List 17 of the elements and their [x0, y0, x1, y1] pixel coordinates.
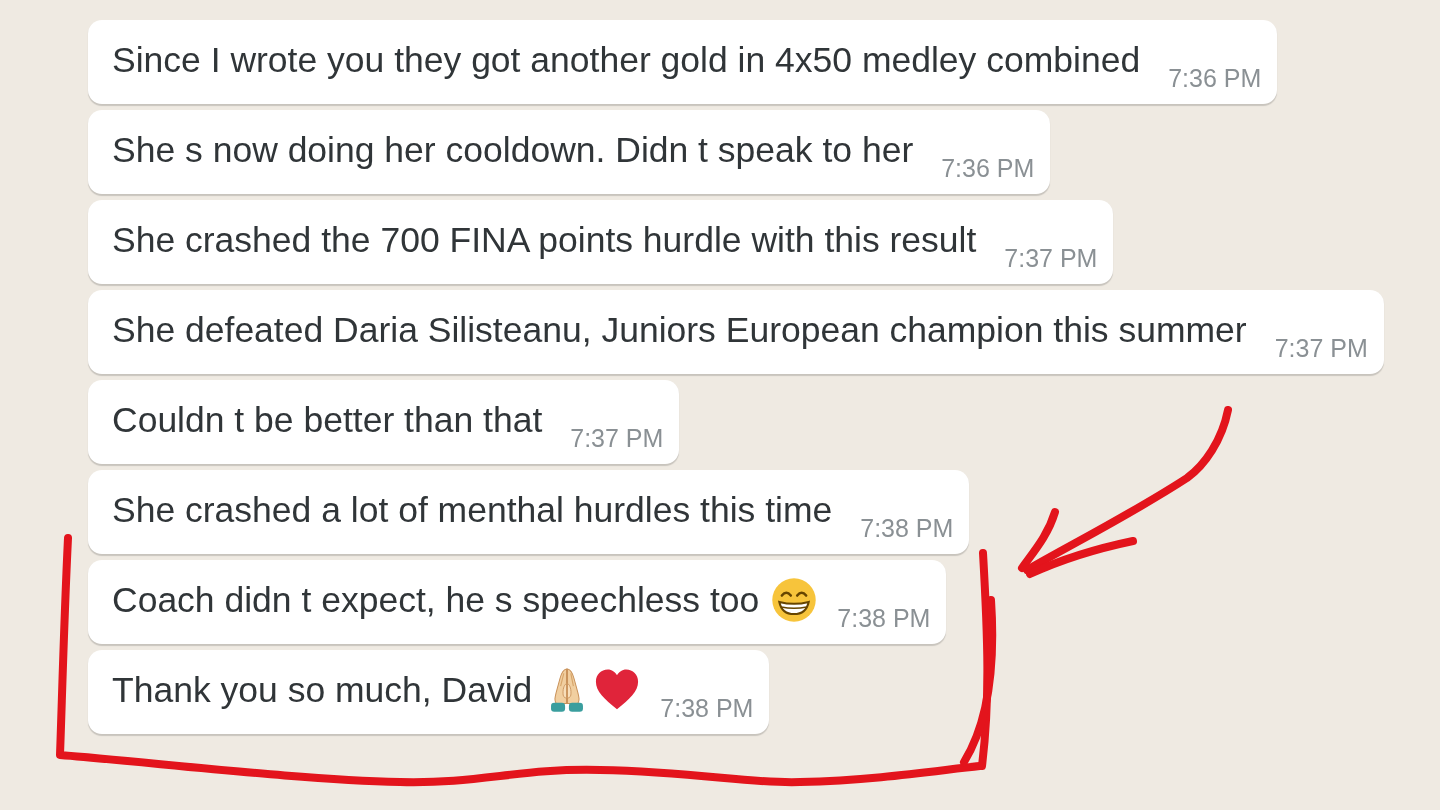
message-text: Since I wrote you they got another gold in 4x50 medley combined: [112, 40, 1141, 80]
message-time: 7:38 PM: [837, 604, 931, 632]
message-time: 7:37 PM: [1004, 244, 1098, 272]
message-text: She crashed the 700 FINA points hurdle with this result: [112, 220, 977, 260]
message-time: 7:37 PM: [570, 424, 664, 452]
message-time: 7:38 PM: [860, 514, 954, 542]
message-text: She defeated Daria Silisteanu, Juniors European champion this summer: [112, 310, 1247, 350]
message-time: 7:36 PM: [1168, 64, 1262, 92]
message-text: She s now doing her cooldown. Didn t speak to her: [112, 130, 914, 170]
message-text: Coach didn t expect, he s speechless too: [112, 580, 760, 620]
message-time: 7:36 PM: [941, 154, 1035, 182]
grinning-face-icon: [771, 577, 818, 623]
message-time: 7:38 PM: [660, 694, 754, 722]
message-text: Couldn t be better than that: [112, 400, 543, 440]
message-text: Thank you so much, David: [112, 670, 533, 710]
message-text: She crashed a lot of menthal hurdles this time: [112, 490, 833, 530]
message-time: 7:37 PM: [1274, 334, 1368, 362]
